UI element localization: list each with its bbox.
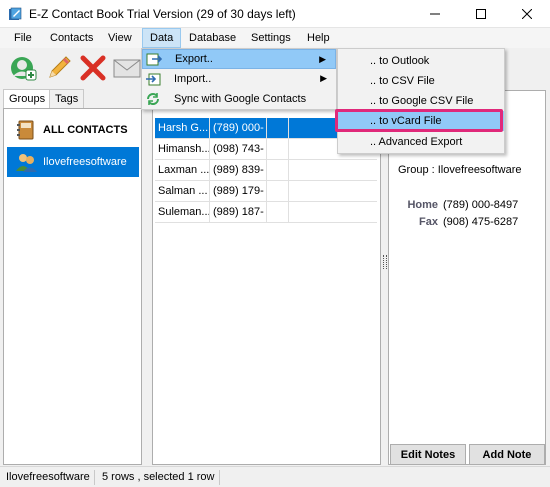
menu-item-label: Import.. [174, 73, 212, 85]
tab-groups[interactable]: Groups [3, 89, 52, 110]
contact-phone: (989) 839- [210, 160, 267, 181]
edit-pencil-icon[interactable] [44, 53, 74, 83]
submenu-arrow-icon: ▶ [320, 73, 327, 83]
address-book-icon [17, 120, 34, 140]
contact-name: Laxman ... [155, 160, 210, 181]
contact-name: Himansh... [155, 139, 210, 160]
export-to-google-csv[interactable]: .. to Google CSV File [338, 91, 504, 111]
group-ilovefreesoftware[interactable]: Ilovefreesoftware [7, 147, 139, 177]
table-row[interactable]: Laxman ... (989) 839- [155, 160, 377, 181]
cell-empty [267, 202, 289, 223]
email-icon[interactable] [112, 53, 142, 83]
contact-phone: (098) 743- [210, 139, 267, 160]
maximize-icon [476, 9, 486, 19]
cell-empty [267, 160, 289, 181]
group-tabs: Groups Tags [3, 89, 143, 110]
group-all-contacts[interactable]: ALL CONTACTS [7, 115, 139, 145]
detail-home: Home (789) 000-8497 [388, 199, 518, 211]
status-group: Ilovefreesoftware [2, 470, 95, 485]
cell-empty [267, 139, 289, 160]
cell-empty [267, 181, 289, 202]
app-icon [9, 7, 22, 20]
close-icon [522, 9, 532, 19]
menu-item-import[interactable]: Import.. ▶ [142, 69, 336, 89]
menu-data[interactable]: Data [142, 28, 182, 48]
menu-help[interactable]: Help [300, 28, 337, 48]
group-label: ALL CONTACTS [43, 124, 128, 136]
contact-phone: (989) 179- [210, 181, 267, 202]
menu-item-sync-google[interactable]: Sync with Google Contacts [142, 89, 336, 109]
add-note-button[interactable]: Add Note [469, 444, 545, 465]
pane-splitter[interactable] [383, 255, 387, 269]
contact-name: Salman ... [155, 181, 210, 202]
title-bar: E-Z Contact Book Trial Version (29 of 30… [0, 0, 550, 28]
export-advanced[interactable]: .. Advanced Export [338, 132, 504, 152]
detail-group: Group : Ilovefreesoftware [398, 164, 522, 176]
home-value: (789) 000-8497 [443, 199, 519, 211]
status-bar: Ilovefreesoftware 5 rows , selected 1 ro… [0, 466, 550, 487]
submenu-arrow-icon: ▶ [319, 54, 326, 64]
contact-name: Suleman... [155, 202, 210, 223]
contact-name: Harsh G... [155, 118, 210, 139]
window-title: E-Z Contact Book Trial Version (29 of 30… [29, 7, 296, 21]
delete-icon[interactable] [78, 53, 108, 83]
maximize-button[interactable] [458, 0, 504, 28]
menu-view[interactable]: View [101, 28, 139, 48]
add-contact-icon[interactable] [8, 53, 38, 83]
menu-item-label: Sync with Google Contacts [174, 93, 307, 105]
menu-contacts[interactable]: Contacts [43, 28, 100, 48]
table-row[interactable]: Suleman... (989) 187- [155, 202, 377, 223]
cell-empty [267, 118, 289, 139]
contact-phone: (789) 000- [210, 118, 267, 139]
detail-fax: Fax (908) 475-6287 [388, 216, 518, 228]
table-row[interactable]: Salman ... (989) 179- [155, 181, 377, 202]
menu-item-export[interactable]: Export.. ▶ [142, 49, 336, 69]
export-to-outlook[interactable]: .. to Outlook [338, 51, 504, 71]
import-icon [146, 73, 161, 86]
people-group-icon [16, 154, 37, 172]
menu-database[interactable]: Database [182, 28, 243, 48]
close-button[interactable] [504, 0, 550, 28]
menu-item-label: Export.. [175, 53, 213, 65]
annotation-highlight [335, 109, 503, 132]
edit-notes-button[interactable]: Edit Notes [390, 444, 466, 465]
fax-label: Fax [419, 216, 438, 228]
export-icon [146, 53, 162, 66]
cell-empty [289, 181, 377, 202]
minimize-icon [430, 13, 440, 15]
menu-bar: File Contacts View Data Database Setting… [0, 28, 550, 48]
export-to-csv[interactable]: .. to CSV File [338, 71, 504, 91]
cell-empty [289, 202, 377, 223]
menu-settings[interactable]: Settings [244, 28, 298, 48]
menu-file[interactable]: File [7, 28, 39, 48]
contact-phone: (989) 187- [210, 202, 267, 223]
cell-empty [289, 160, 377, 181]
fax-value: (908) 475-6287 [443, 216, 519, 228]
tab-tags[interactable]: Tags [49, 89, 85, 109]
home-label: Home [407, 199, 438, 211]
status-rows: 5 rows , selected 1 row [98, 470, 220, 485]
group-label: Ilovefreesoftware [43, 156, 127, 168]
sync-icon [147, 93, 159, 105]
minimize-button[interactable] [412, 0, 458, 28]
